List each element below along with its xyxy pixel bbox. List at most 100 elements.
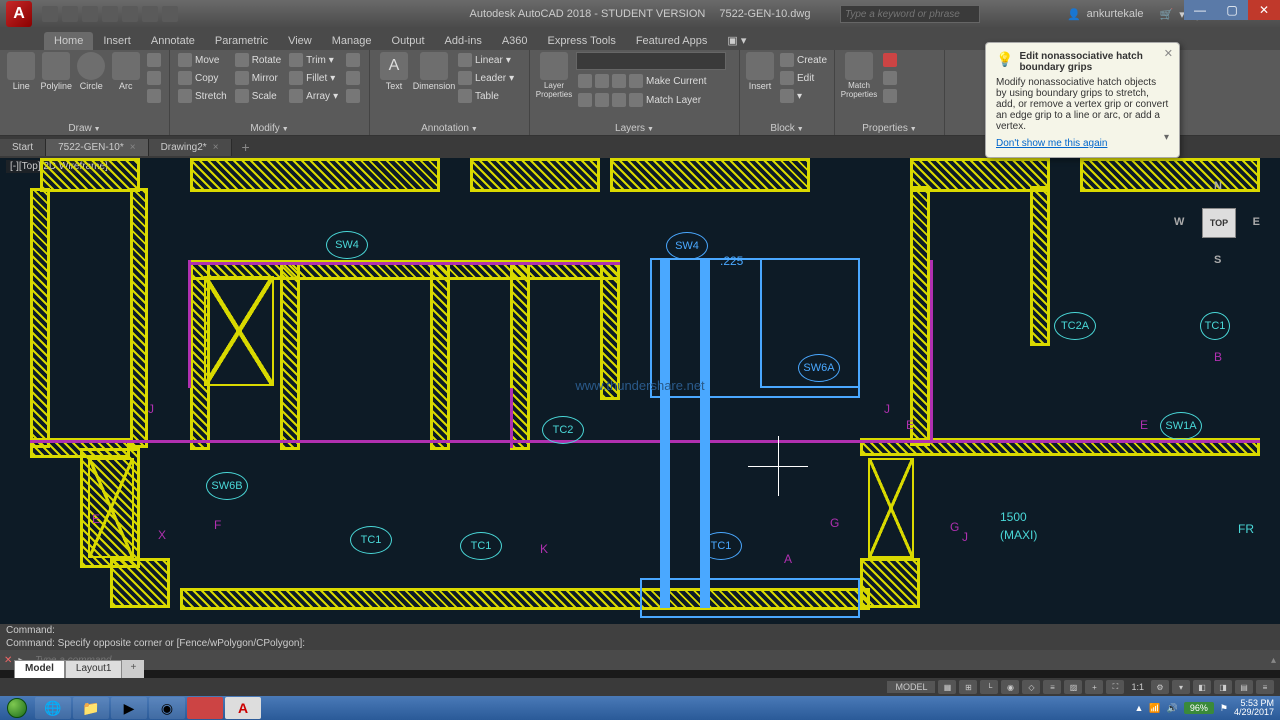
cmd-recent-icon[interactable]: ▴: [1271, 655, 1276, 666]
new-tab-button[interactable]: +: [232, 139, 260, 155]
add-layout-button[interactable]: +: [122, 660, 144, 678]
close-icon[interactable]: ×: [130, 142, 136, 153]
window-maximize-button[interactable]: ▢: [1216, 0, 1248, 20]
layout-tab-model[interactable]: Model: [14, 660, 65, 678]
model-space-button[interactable]: MODEL: [887, 681, 935, 693]
qat-new-icon[interactable]: [42, 6, 58, 22]
dimension-button[interactable]: Dimension: [416, 52, 452, 91]
flag-icon[interactable]: ⚑: [1220, 703, 1228, 714]
panel-label[interactable]: Draw: [0, 123, 169, 134]
taskbar-chrome-icon[interactable]: ◉: [149, 697, 185, 719]
lineweight-icon[interactable]: ≡: [1043, 680, 1061, 694]
qat-save-icon[interactable]: [82, 6, 98, 22]
app-icon[interactable]: A: [6, 1, 32, 27]
help-search-input[interactable]: [840, 5, 980, 23]
customize-icon[interactable]: ≡: [1256, 680, 1274, 694]
osnap-icon[interactable]: ◇: [1022, 680, 1040, 694]
line-button[interactable]: Line: [6, 52, 36, 91]
table-button[interactable]: Table: [456, 88, 516, 104]
gear-icon[interactable]: ⚙: [1151, 680, 1169, 694]
label-sw4: SW4: [666, 232, 708, 260]
tab-manage[interactable]: Manage: [322, 32, 382, 50]
drawing-canvas[interactable]: SW4 SW4 TC2 TC1 TC1 TC1 SW6A SW6B TC2A S…: [0, 158, 1280, 640]
copy-button[interactable]: Copy: [176, 70, 229, 86]
leader-button[interactable]: Leader ▾: [456, 70, 516, 86]
file-tab[interactable]: 7522-GEN-10*×: [46, 139, 148, 156]
qat-plot-icon[interactable]: [122, 6, 138, 22]
circle-button[interactable]: Circle: [76, 52, 106, 91]
cmd-close-icon[interactable]: ✕: [4, 655, 12, 666]
polyline-button[interactable]: Polyline: [40, 52, 72, 91]
snap-icon[interactable]: ⊞: [959, 680, 977, 694]
anno-scale-icon[interactable]: ⛶: [1106, 680, 1124, 694]
viewcube-top[interactable]: TOP: [1202, 208, 1236, 238]
clock[interactable]: 5:53 PM 4/29/2017: [1234, 699, 1274, 717]
tab-insert[interactable]: Insert: [93, 32, 141, 50]
qat-undo-icon[interactable]: [142, 6, 158, 22]
scale-button[interactable]: Scale: [233, 88, 283, 104]
window-close-button[interactable]: ✕: [1248, 0, 1280, 20]
file-tab-start[interactable]: Start: [0, 139, 46, 156]
label-sw1a: SW1A: [1160, 412, 1202, 440]
transparency-icon[interactable]: ▨: [1064, 680, 1082, 694]
create-button[interactable]: Create: [778, 52, 829, 68]
linear-button[interactable]: Linear ▾: [456, 52, 516, 68]
drawing-area[interactable]: [-][Top][2D Wireframe]: [0, 158, 1280, 640]
taskbar-autocad-icon[interactable]: A: [225, 697, 261, 719]
tray-up-icon[interactable]: ▲: [1135, 703, 1144, 713]
mirror-button[interactable]: Mirror: [233, 70, 283, 86]
chevron-down-icon[interactable]: ▾: [1164, 132, 1169, 143]
window-minimize-button[interactable]: —: [1184, 0, 1216, 20]
make-current-button[interactable]: Make Current: [576, 73, 726, 89]
polar-icon[interactable]: ◉: [1001, 680, 1019, 694]
network-icon[interactable]: 📶: [1149, 703, 1160, 714]
layer-dropdown[interactable]: [576, 52, 726, 70]
tab-addins[interactable]: Add-ins: [435, 32, 492, 50]
ortho-icon[interactable]: └: [980, 680, 998, 694]
close-icon[interactable]: ×: [213, 142, 219, 153]
grid-icon[interactable]: ▦: [938, 680, 956, 694]
taskbar-ie-icon[interactable]: 🌐: [35, 697, 71, 719]
qat-open-icon[interactable]: [62, 6, 78, 22]
edit-button[interactable]: Edit: [778, 70, 829, 86]
match-layer-button[interactable]: Match Layer: [576, 92, 726, 108]
scale-label[interactable]: 1:1: [1127, 682, 1148, 692]
stretch-button[interactable]: Stretch: [176, 88, 229, 104]
layout-tab[interactable]: Layout1: [65, 660, 123, 678]
tab-express[interactable]: Express Tools: [538, 32, 626, 50]
arc-button[interactable]: Arc: [111, 52, 141, 91]
tab-featured[interactable]: Featured Apps: [626, 32, 718, 50]
insert-button[interactable]: Insert: [746, 52, 774, 91]
tooltip-link[interactable]: Don't show me this again: [996, 138, 1107, 149]
tab-a360[interactable]: A360: [492, 32, 538, 50]
close-icon[interactable]: ✕: [1164, 47, 1173, 60]
taskbar-media-icon[interactable]: ▶: [111, 697, 147, 719]
layer-properties-button[interactable]: Layer Properties: [536, 52, 572, 99]
text-button[interactable]: AText: [376, 52, 412, 91]
tab-parametric[interactable]: Parametric: [205, 32, 278, 50]
tab-annotate[interactable]: Annotate: [141, 32, 205, 50]
viewcube[interactable]: N S E W TOP: [1172, 178, 1262, 268]
taskbar-app-icon[interactable]: [187, 697, 223, 719]
file-tab[interactable]: Drawing2*×: [149, 139, 232, 156]
start-button[interactable]: [0, 696, 34, 720]
tab-overflow[interactable]: ▣ ▾: [717, 31, 756, 50]
fillet-button[interactable]: Fillet ▾: [287, 70, 340, 86]
rotate-button[interactable]: Rotate: [233, 52, 283, 68]
trim-button[interactable]: Trim ▾: [287, 52, 340, 68]
tab-output[interactable]: Output: [382, 32, 435, 50]
taskbar-explorer-icon[interactable]: 📁: [73, 697, 109, 719]
battery-status[interactable]: 96%: [1184, 702, 1214, 714]
qat-saveas-icon[interactable]: [102, 6, 118, 22]
tab-view[interactable]: View: [278, 32, 322, 50]
match-properties-button[interactable]: Match Properties: [841, 52, 877, 99]
array-button[interactable]: Array ▾: [287, 88, 340, 104]
tooltip-body: Modify nonassociative hatch objects by u…: [996, 77, 1169, 132]
move-button[interactable]: Move: [176, 52, 229, 68]
panel-properties: Match Properties Properties: [835, 50, 945, 135]
tab-home[interactable]: Home: [44, 32, 93, 50]
volume-icon[interactable]: 🔊: [1167, 703, 1178, 714]
system-tray: ▲ 📶 🔊 96% ⚑ 5:53 PM 4/29/2017: [1135, 699, 1280, 717]
command-input[interactable]: [35, 655, 1265, 666]
qat-redo-icon[interactable]: [162, 6, 178, 22]
